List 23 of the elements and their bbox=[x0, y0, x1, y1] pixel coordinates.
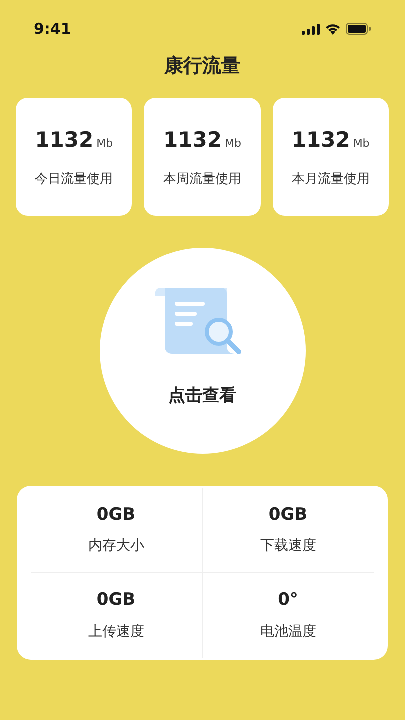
status-time: 9:41 bbox=[34, 18, 72, 40]
check-button[interactable]: 点击查看 bbox=[100, 248, 306, 454]
signal-icon bbox=[302, 24, 320, 34]
stat-label: 上传速度 bbox=[88, 622, 144, 642]
usage-value: 1132 bbox=[35, 126, 94, 154]
usage-label: 本月流量使用 bbox=[292, 171, 370, 189]
usage-value: 1132 bbox=[292, 126, 350, 154]
stat-label: 下载速度 bbox=[260, 537, 316, 556]
usage-unit: Mb bbox=[353, 136, 370, 152]
usage-unit: Mb bbox=[96, 136, 114, 152]
stat-value: 0GB bbox=[268, 504, 308, 527]
stat-value: 0GB bbox=[96, 589, 136, 612]
usage-label: 本周流量使用 bbox=[163, 171, 242, 189]
wifi-icon bbox=[325, 23, 341, 35]
stat-value: 0° bbox=[278, 589, 298, 612]
usage-value: 1132 bbox=[164, 126, 222, 154]
stat-value: 0GB bbox=[96, 504, 136, 527]
stat-label: 内存大小 bbox=[88, 537, 144, 556]
usage-unit: Mb bbox=[224, 136, 242, 152]
battery-icon bbox=[346, 23, 371, 35]
page-title: 康行流量 bbox=[164, 54, 240, 79]
usage-label: 今日流量使用 bbox=[35, 171, 114, 189]
stat-label: 电池温度 bbox=[260, 622, 316, 642]
